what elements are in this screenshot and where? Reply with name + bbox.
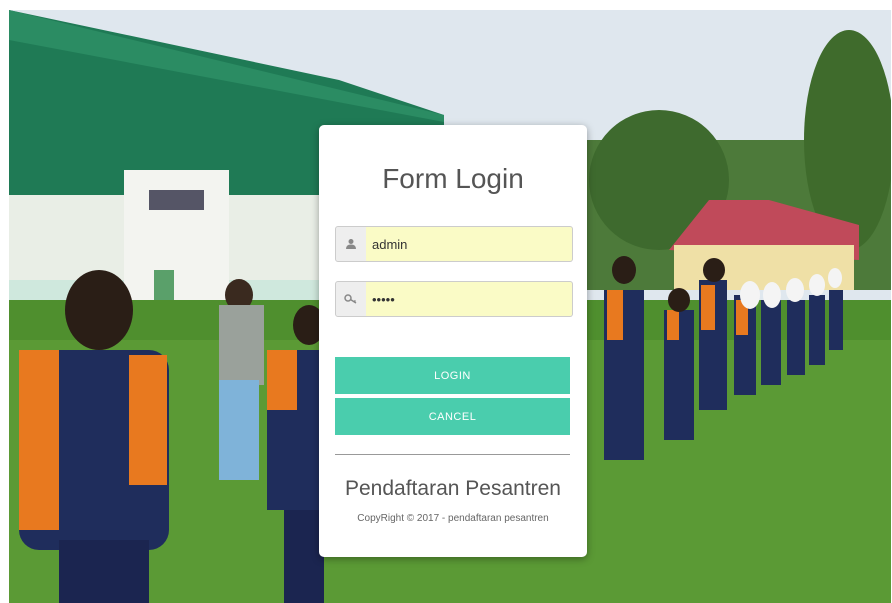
brand-title: Pendaftaran Pesantren [345,477,561,500]
login-card: Form Login LOGIN CANCEL Pendaftaran Pesa… [319,125,587,557]
copyright-text: CopyRight © 2017 - pendaftaran pesantren [357,513,549,524]
cancel-button[interactable]: CANCEL [335,398,570,435]
form-title: Form Login [382,163,524,194]
password-field [335,281,573,317]
username-field [335,226,573,262]
password-input[interactable] [366,281,573,317]
username-input[interactable] [366,226,573,262]
user-icon [335,226,367,262]
divider [335,454,570,455]
key-icon [335,281,367,317]
login-button[interactable]: LOGIN [335,357,570,394]
